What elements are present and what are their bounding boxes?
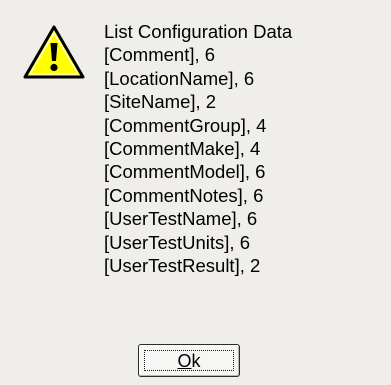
config-line: [CommentGroup], 4 [104, 114, 267, 136]
config-line: [UserTestResult], 2 [104, 255, 261, 277]
ok-button[interactable]: Ok [138, 344, 240, 377]
config-line: [CommentModel], 6 [104, 161, 266, 183]
message-title: List Configuration Data [104, 21, 293, 42]
config-line: [Comment], 6 [104, 44, 216, 66]
message-text: List Configuration Data [Comment], 6 [Lo… [104, 20, 384, 277]
message-dialog: List Configuration Data [Comment], 6 [Lo… [0, 0, 391, 385]
config-line: [CommentMake], 4 [104, 138, 261, 160]
warning-icon [23, 25, 85, 79]
ok-button-label: Ok [139, 351, 239, 371]
config-line: [LocationName], 6 [104, 67, 255, 89]
config-line: [UserTestName], 6 [104, 208, 258, 230]
config-line: [UserTestUnits], 6 [104, 231, 250, 253]
ok-label-rest: k [191, 351, 201, 371]
config-line: [SiteName], 2 [104, 91, 217, 113]
ok-mnemonic: O [177, 351, 192, 371]
config-line: [CommentNotes], 6 [104, 184, 264, 206]
